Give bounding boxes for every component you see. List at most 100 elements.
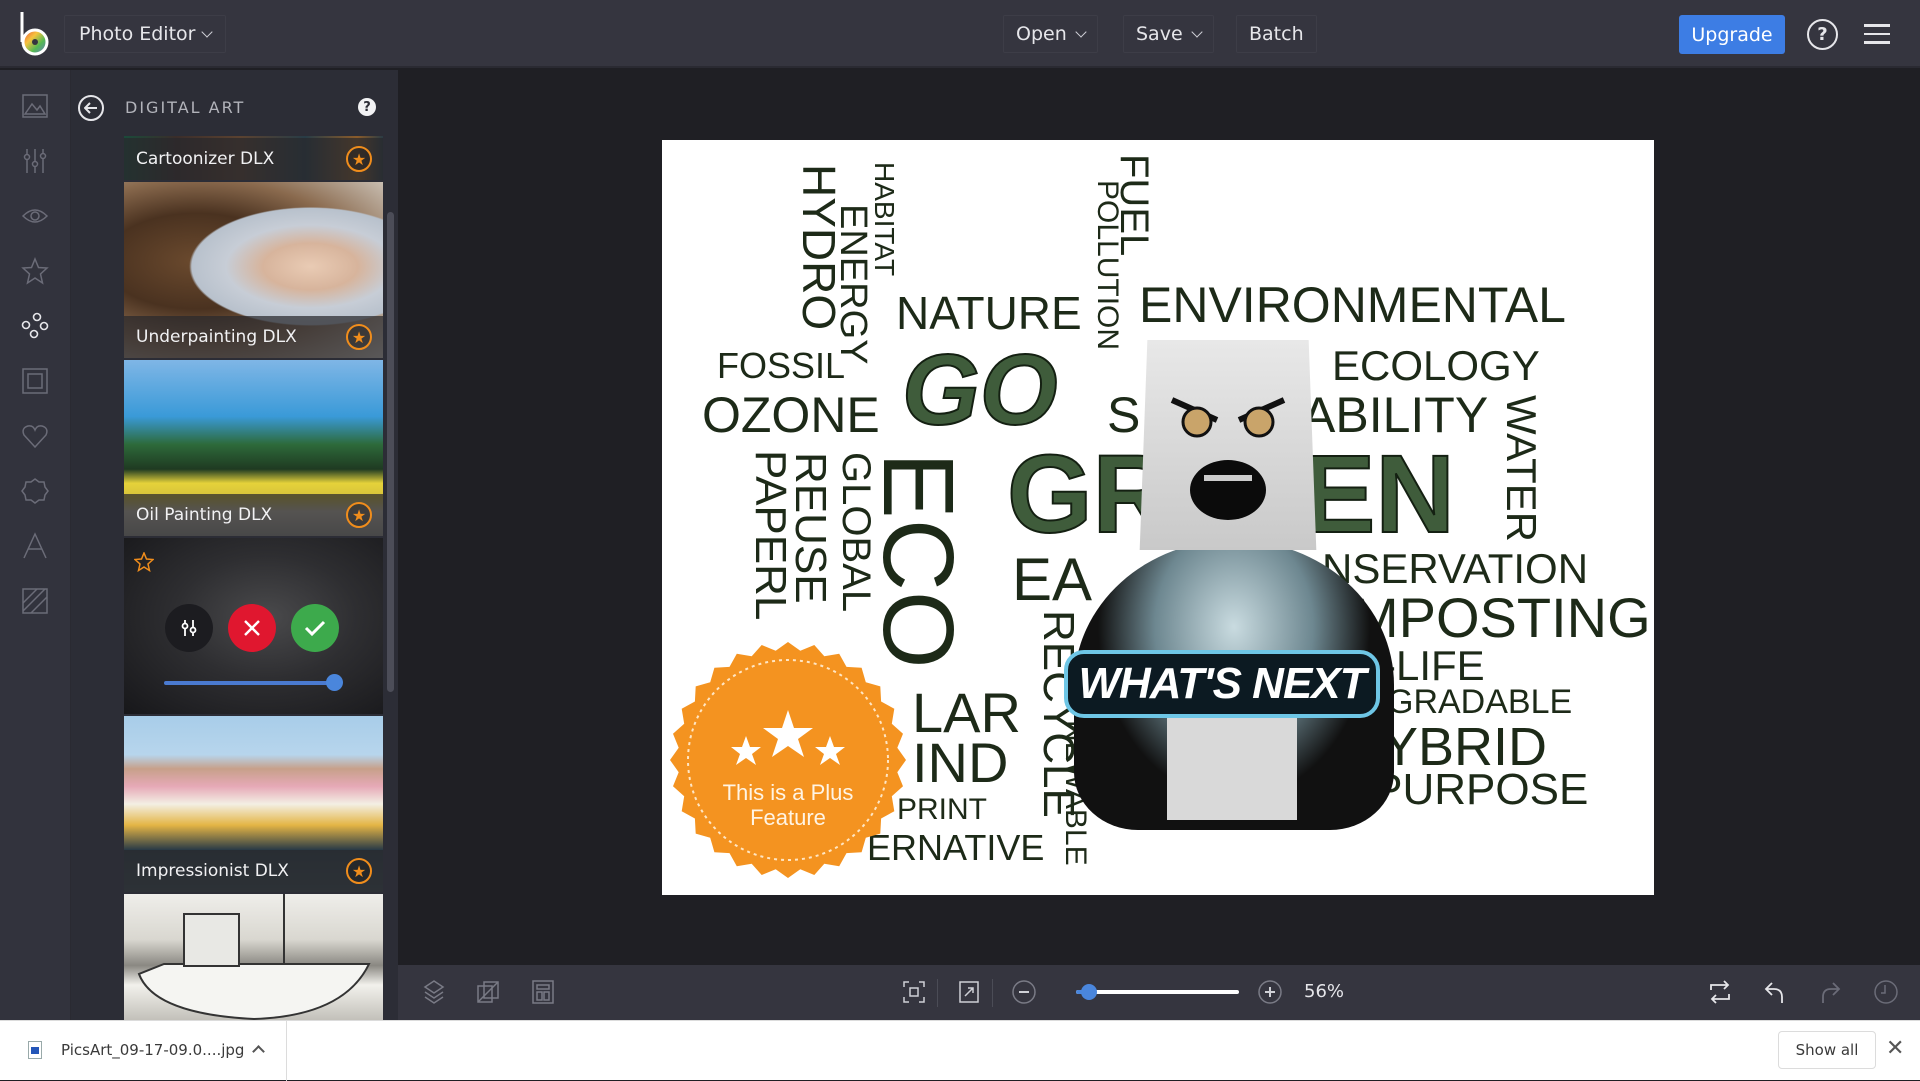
word-gradable: GRADABLE — [1387, 683, 1573, 721]
zoom-slider-thumb[interactable] — [1081, 984, 1098, 1000]
word-environmental: ENVIRONMENTAL — [1139, 277, 1566, 333]
word-water: WATER — [1498, 395, 1545, 542]
effect-card-impressionist[interactable]: Impressionist DLX ★ — [124, 716, 383, 892]
word-life: -LIFE — [1382, 642, 1485, 689]
actual-size-button[interactable] — [955, 978, 983, 1006]
rail-item-artsy[interactable] — [20, 311, 50, 341]
rail-item-overlays[interactable] — [20, 476, 50, 506]
cancel-effect-button[interactable] — [228, 604, 276, 652]
word-eco: ECO — [862, 452, 974, 669]
open-menu-button[interactable]: Open — [1003, 15, 1098, 53]
swap-button[interactable] — [1706, 978, 1734, 1006]
undo-button[interactable] — [1761, 978, 1789, 1006]
split-view-button[interactable] — [529, 978, 557, 1006]
redo-button[interactable] — [1816, 978, 1844, 1006]
bottom-toolbar: 56% — [398, 965, 1920, 1020]
effect-label: Oil Painting DLX — [124, 494, 383, 536]
expand-icon — [959, 981, 979, 1003]
download-item[interactable]: PicsArt_09-17-09.0....jpg — [0, 1021, 287, 1081]
rail-item-text[interactable] — [20, 531, 50, 561]
word-fossil: FOSSIL — [717, 345, 846, 386]
befunky-logo[interactable] — [18, 12, 52, 56]
redo-icon — [1822, 982, 1841, 1003]
chevron-down-icon — [1075, 25, 1087, 38]
zoom-out-button[interactable] — [1010, 978, 1038, 1006]
panel-title: DIGITAL ART — [125, 98, 246, 117]
batch-button[interactable]: Batch — [1236, 15, 1317, 53]
image-file-icon — [28, 1041, 42, 1059]
layers-button[interactable] — [420, 978, 448, 1006]
effect-card-active[interactable] — [124, 538, 383, 714]
intensity-slider-track[interactable] — [164, 681, 334, 685]
rail-item-textures[interactable] — [20, 586, 50, 616]
show-all-button[interactable]: Show all — [1778, 1031, 1876, 1069]
effect-settings-button[interactable] — [165, 604, 213, 652]
badge-text-line1: This is a Plus — [723, 780, 854, 805]
fit-to-screen-button[interactable] — [900, 978, 928, 1006]
close-icon — [244, 620, 260, 636]
open-label: Open — [1016, 23, 1067, 45]
effect-card-oil-painting[interactable]: Oil Painting DLX ★ — [124, 360, 383, 536]
chevron-up-icon[interactable] — [252, 1045, 265, 1058]
help-icon[interactable]: ? — [1807, 19, 1838, 50]
rail-item-adjust[interactable] — [20, 146, 50, 176]
divider — [992, 979, 993, 1007]
apply-effect-button[interactable] — [291, 604, 339, 652]
divider — [937, 979, 938, 1007]
zoom-in-button[interactable] — [1256, 978, 1284, 1006]
premium-star-icon: ★ — [346, 502, 372, 528]
effect-card-underpainting[interactable]: Underpainting DLX ★ — [124, 182, 383, 358]
upgrade-button[interactable]: Upgrade — [1679, 15, 1785, 54]
intensity-slider-thumb[interactable] — [326, 674, 343, 691]
swap-arrows-icon — [1710, 980, 1730, 1004]
chevron-down-icon — [1190, 25, 1203, 38]
panel-scrollbar[interactable] — [387, 212, 394, 692]
save-menu-button[interactable]: Save — [1123, 15, 1214, 53]
effect-label: Cartoonizer DLX — [124, 138, 383, 180]
app-menu-label: Photo Editor — [79, 23, 196, 45]
rail-item-edit[interactable] — [20, 91, 50, 121]
panel-help-icon[interactable]: ? — [358, 98, 376, 116]
effects-panel: DIGITAL ART ? Cartoonizer DLX ★ Underpai… — [71, 70, 398, 1020]
word-nature: NATURE — [896, 287, 1082, 339]
star-icon — [21, 257, 49, 285]
character-cup-head — [1139, 340, 1317, 550]
close-icon[interactable]: ✕ — [1886, 1036, 1904, 1061]
rail-item-frames[interactable] — [20, 366, 50, 396]
zoom-slider-track[interactable] — [1076, 990, 1239, 994]
back-button[interactable] — [78, 95, 104, 121]
heart-icon — [22, 425, 48, 449]
edited-photo[interactable]: HYDRO HABITAT ENERGY NATURE POLLUTION FU… — [662, 140, 1654, 895]
batch-label: Batch — [1249, 23, 1304, 45]
badge-text-line2: Feature — [750, 805, 826, 830]
undo-icon — [1764, 982, 1783, 1003]
rail-item-touchup[interactable] — [20, 201, 50, 231]
minus-circle-icon — [1012, 980, 1036, 1004]
app-menu-dropdown[interactable]: Photo Editor — [64, 15, 227, 53]
rail-item-graphics[interactable] — [20, 421, 50, 451]
compare-icon — [477, 981, 499, 1003]
hamburger-menu-icon[interactable] — [1864, 24, 1890, 44]
tool-rail — [0, 70, 71, 1020]
word-nservation: NSERVATION — [1322, 545, 1589, 592]
plus-feature-badge[interactable]: This is a Plus Feature — [668, 640, 908, 880]
download-bar: PicsArt_09-17-09.0....jpg Show all ✕ — [0, 1020, 1920, 1081]
settings-sliders-icon — [181, 620, 197, 636]
zoom-value: 56% — [1304, 981, 1345, 1002]
effect-label: Underpainting DLX — [124, 316, 383, 358]
fit-screen-icon — [903, 981, 925, 1003]
layers-icon — [423, 980, 445, 1004]
top-bar: Photo Editor Open Save Batch Upgrade ? — [0, 0, 1920, 68]
sketch-boat-thumbnail — [137, 894, 371, 1020]
effect-card-cartoonizer[interactable]: Cartoonizer DLX ★ — [124, 136, 383, 180]
effect-card-sketch[interactable] — [124, 894, 383, 1020]
word-en: EN — [1301, 433, 1456, 556]
effects-circles-icon — [21, 312, 49, 339]
favorite-star-icon[interactable] — [134, 552, 154, 572]
history-button[interactable] — [1872, 978, 1900, 1006]
premium-star-icon: ★ — [346, 858, 372, 884]
rail-item-effects[interactable] — [20, 256, 50, 286]
compare-button[interactable] — [474, 978, 502, 1006]
premium-star-icon: ★ — [346, 146, 372, 172]
effect-label: Impressionist DLX — [124, 850, 383, 892]
